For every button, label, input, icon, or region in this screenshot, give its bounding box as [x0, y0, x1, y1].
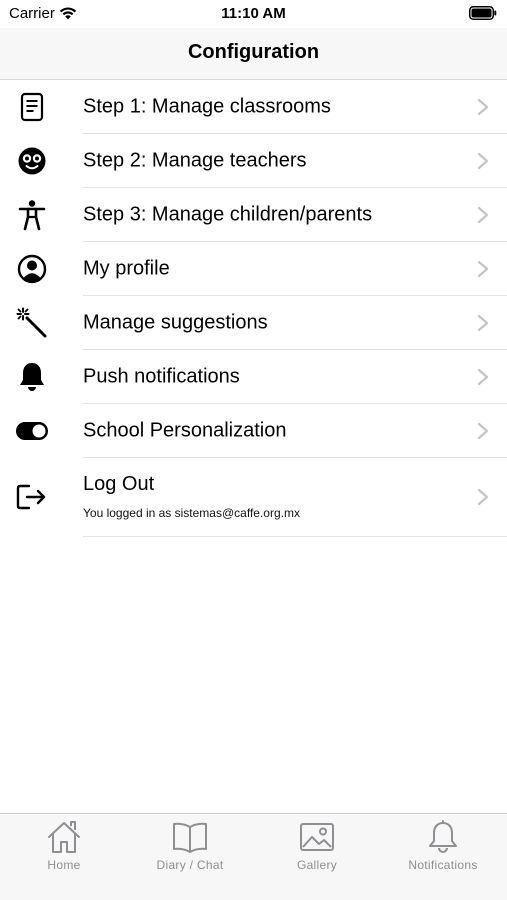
chevron-right-icon [477, 152, 489, 169]
teacher-face-icon [15, 144, 49, 178]
image-icon [300, 823, 334, 851]
bell-icon [15, 360, 49, 394]
logout-icon [15, 480, 49, 514]
profile-circle-icon [15, 252, 49, 286]
menu-item-manage-children-parents[interactable]: Step 3: Manage children/parents [18, 188, 507, 242]
page-title: Configuration [187, 41, 320, 63]
tab-label: Notifications [408, 858, 478, 872]
menu-item-log-out[interactable]: Log Out You logged in as sistemas@caffe.… [16, 458, 507, 537]
bell-outline-icon [429, 820, 457, 853]
menu-item-label: Push notifications [83, 365, 240, 387]
logged-in-as-text: You logged in as sistemas@caffe.org.mx [83, 506, 300, 520]
document-icon [15, 90, 49, 124]
tab-label: Diary / Chat [156, 858, 224, 872]
settings-menu-list: Step 1: Manage classrooms Step 2: Manage… [0, 80, 507, 537]
magic-wand-icon [15, 306, 49, 340]
chevron-right-icon [477, 488, 489, 506]
tab-notifications[interactable]: Notifications [380, 820, 506, 890]
menu-item-manage-classrooms[interactable]: Step 1: Manage classrooms [20, 80, 507, 134]
tab-bar: Home Diary / Chat Gallery Notifications [0, 813, 507, 900]
chevron-right-icon [477, 422, 489, 439]
chevron-right-icon [477, 98, 489, 115]
tab-gallery[interactable]: Gallery [254, 820, 380, 890]
menu-item-label: Step 2: Manage teachers [83, 149, 307, 171]
menu-item-label: Step 1: Manage classrooms [83, 95, 331, 117]
menu-item-label: My profile [83, 257, 170, 279]
menu-item-manage-teachers[interactable]: Step 2: Manage teachers [18, 134, 507, 188]
chevron-right-icon [477, 260, 489, 277]
tab-label: Home [47, 858, 81, 872]
menu-item-school-personalization[interactable]: School Personalization [16, 404, 507, 458]
status-time: 11:10 AM [221, 5, 286, 22]
toggle-icon [15, 414, 49, 448]
chevron-right-icon [477, 206, 489, 223]
configuration-screen: Carrier 11:10 AM Configuration Step 1: M… [0, 0, 507, 900]
menu-item-push-notifications[interactable]: Push notifications [20, 350, 507, 404]
tab-home[interactable]: Home [1, 820, 127, 890]
menu-item-label: Step 3: Manage children/parents [83, 203, 373, 225]
book-icon [173, 822, 207, 853]
menu-item-my-profile[interactable]: My profile [17, 242, 507, 296]
chevron-right-icon [477, 368, 489, 385]
battery-icon [469, 6, 497, 25]
menu-item-label: School Personalization [83, 419, 287, 441]
chevron-right-icon [477, 314, 489, 331]
tab-diary-chat[interactable]: Diary / Chat [127, 820, 253, 890]
menu-item-label: Manage suggestions [83, 311, 268, 333]
status-bar: Carrier 11:10 AM [0, 0, 507, 28]
logout-label: Log Out [83, 473, 155, 495]
person-figure-icon [15, 198, 49, 232]
home-icon [48, 821, 80, 853]
navigation-bar: Configuration [0, 28, 507, 80]
tab-label: Gallery [296, 858, 338, 872]
menu-item-manage-suggestions[interactable]: Manage suggestions [16, 296, 507, 350]
